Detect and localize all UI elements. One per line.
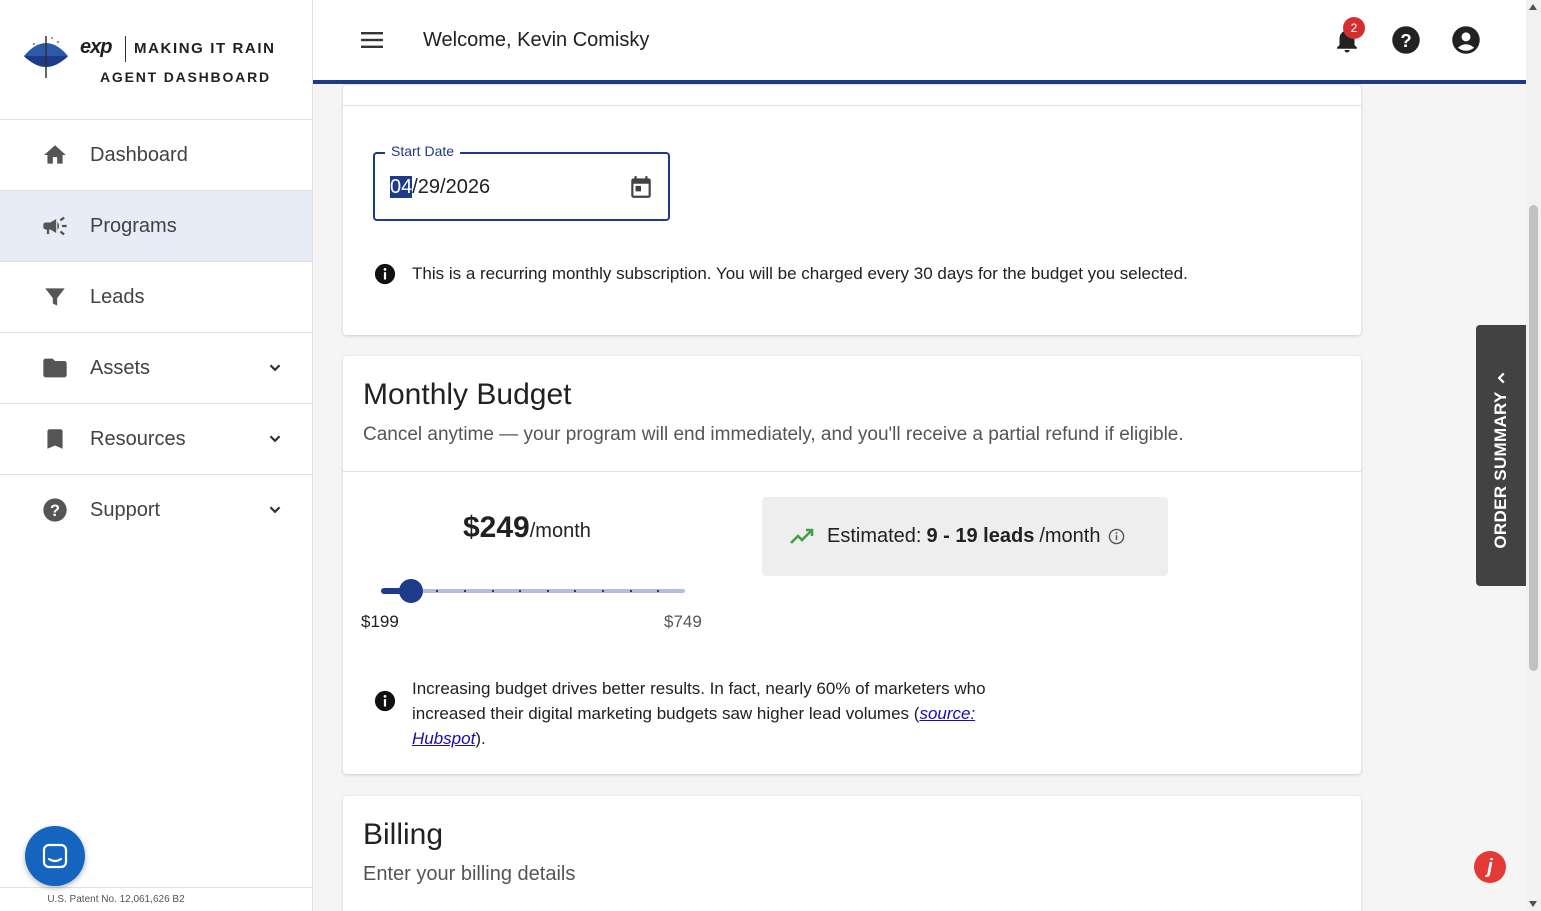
- svg-text:?: ?: [1400, 30, 1411, 51]
- svg-text:?: ?: [50, 502, 60, 520]
- budget-tip-end: ).: [475, 729, 486, 748]
- sidebar: exp MAKING IT RAIN AGENT DASHBOARD Dashb…: [0, 0, 313, 911]
- scrollbar-thumb[interactable]: [1529, 205, 1538, 671]
- slider-tick-mark: [436, 590, 438, 592]
- order-summary-label: ORDER SUMMARY: [1491, 391, 1510, 549]
- scroll-up-arrow[interactable]: [1529, 4, 1537, 10]
- help-circle-icon: ?: [40, 495, 70, 525]
- budget-tip-text: Increasing budget drives better results.…: [412, 676, 1034, 751]
- start-date-field[interactable]: Start Date 04/29/2026: [373, 143, 670, 221]
- info-icon: [374, 263, 396, 285]
- sidebar-item-resources[interactable]: Resources: [0, 404, 312, 475]
- section-subtitle: Enter your billing details: [363, 863, 576, 885]
- budget-slider[interactable]: [381, 579, 685, 603]
- start-date-month-selected[interactable]: 04: [390, 176, 413, 198]
- chevron-down-icon[interactable]: [264, 357, 286, 379]
- slider-tick-mark: [492, 590, 494, 592]
- slider-tick-mark: [602, 590, 604, 592]
- slider-track[interactable]: [381, 589, 685, 593]
- slider-thumb[interactable]: [399, 579, 423, 603]
- sidebar-item-programs[interactable]: Programs: [0, 191, 312, 262]
- info-icon: [374, 690, 396, 712]
- chat-icon: [42, 843, 68, 869]
- sidebar-item-label: Resources: [90, 427, 186, 450]
- info-outline-icon[interactable]: [1108, 528, 1125, 545]
- home-icon: [40, 140, 70, 170]
- chevron-down-icon[interactable]: [264, 428, 286, 450]
- logo-divider: [125, 36, 126, 62]
- estimate-suffix: /month: [1039, 525, 1101, 547]
- chevron-left-icon: [1497, 372, 1505, 384]
- help-icon[interactable]: ?: [1391, 25, 1421, 55]
- section-subtitle: Cancel anytime — your program will end i…: [363, 424, 1184, 445]
- section-title: Monthly Budget: [363, 378, 572, 411]
- slider-max-label: $749: [664, 612, 702, 631]
- billing-card: Billing Enter your billing details: [343, 796, 1361, 911]
- umbrella-logo-icon: [24, 36, 68, 78]
- estimate-prefix: Estimated:: [827, 525, 922, 547]
- start-date-label: Start Date: [385, 143, 461, 159]
- trending-up-icon: [790, 528, 814, 544]
- slider-tick-mark: [574, 590, 576, 592]
- recurring-notice: This is a recurring monthly subscription…: [374, 261, 1188, 286]
- scroll-down-arrow[interactable]: [1529, 901, 1537, 907]
- estimate-value: 9 - 19 leads: [926, 525, 1035, 547]
- sidebar-item-label: Assets: [90, 356, 151, 379]
- sidebar-item-label: Support: [90, 498, 161, 521]
- sidebar-item-leads[interactable]: Leads: [0, 262, 312, 333]
- welcome-text: Welcome, Kevin Comisky: [423, 29, 650, 51]
- slider-tick-mark: [519, 590, 521, 592]
- sidebar-item-label: Dashboard: [90, 143, 188, 166]
- slider-tick-mark: [657, 590, 659, 592]
- slider-tick-mark: [547, 590, 549, 592]
- order-summary-tab[interactable]: ORDER SUMMARY: [1476, 325, 1526, 586]
- brand-line-2: AGENT DASHBOARD: [100, 69, 271, 85]
- recurring-notice-text: This is a recurring monthly subscription…: [412, 264, 1188, 283]
- folder-icon: [40, 353, 70, 383]
- slider-tick-mark: [630, 590, 632, 592]
- sidebar-item-label: Leads: [90, 285, 145, 308]
- funnel-icon: [40, 282, 70, 312]
- sidebar-item-assets[interactable]: Assets: [0, 333, 312, 404]
- lead-estimate-box: Estimated: 9 - 19 leads /month: [762, 497, 1168, 576]
- schedule-card: Start Date 04/29/2026 This is a recurrin…: [343, 84, 1361, 335]
- card-divider: [343, 105, 1361, 106]
- sidebar-item-label: Programs: [90, 214, 177, 237]
- calendar-icon[interactable]: [628, 174, 654, 200]
- sidebar-item-dashboard[interactable]: Dashboard: [0, 120, 312, 191]
- slider-min-label: $199: [361, 612, 399, 631]
- assistant-j-button[interactable]: j: [1474, 851, 1506, 883]
- exp-logo-text: exp: [80, 36, 112, 58]
- budget-tip-body: Increasing budget drives better results.…: [412, 679, 986, 723]
- notification-badge: 2: [1343, 17, 1365, 39]
- budget-amount-period: /month: [529, 520, 591, 542]
- start-date-value[interactable]: 04/29/2026: [390, 176, 490, 199]
- chevron-down-icon[interactable]: [264, 499, 286, 521]
- megaphone-icon: [40, 211, 70, 241]
- slider-tick-mark: [409, 590, 411, 592]
- logo[interactable]: exp MAKING IT RAIN AGENT DASHBOARD: [0, 0, 312, 120]
- monthly-budget-card: Monthly Budget Cancel anytime — your pro…: [343, 356, 1361, 774]
- sidebar-item-support[interactable]: ? Support: [0, 475, 312, 545]
- account-icon[interactable]: [1451, 25, 1481, 55]
- page-scrollbar[interactable]: [1526, 0, 1541, 911]
- top-header: Welcome, Kevin Comisky 2 ?: [313, 0, 1526, 84]
- card-divider: [343, 471, 1361, 472]
- chat-launcher-button[interactable]: [25, 826, 85, 886]
- patent-notice: U.S. Patent No. 12,061,626 B2: [0, 887, 312, 911]
- section-title: Billing: [363, 818, 444, 851]
- budget-tip: Increasing budget drives better results.…: [374, 676, 1034, 751]
- brand-line-1: MAKING IT RAIN: [134, 40, 276, 57]
- budget-amount-value: $249: [463, 511, 530, 544]
- hamburger-menu-icon[interactable]: [360, 28, 386, 52]
- start-date-rest[interactable]: /29/2026: [412, 176, 490, 198]
- bookmark-icon: [40, 424, 70, 454]
- budget-amount: $249/month: [463, 511, 591, 545]
- slider-tick-mark: [464, 590, 466, 592]
